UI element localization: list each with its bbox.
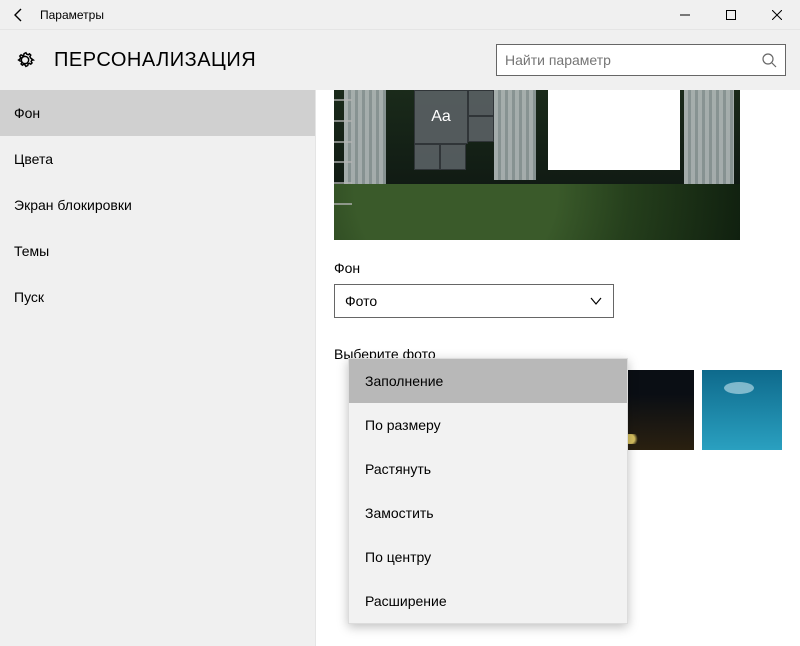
gear-icon — [14, 49, 36, 71]
chevron-down-icon — [589, 294, 603, 308]
fit-option-stretch[interactable]: Растянуть — [349, 447, 627, 491]
preview-sample-text: Aa — [414, 90, 468, 144]
sidebar-item-background[interactable]: Фон — [0, 90, 315, 136]
preview-waterfall — [494, 90, 536, 180]
close-icon — [772, 10, 782, 20]
preview-desktop: Aa — [334, 90, 740, 240]
background-label: Фон — [334, 260, 782, 276]
search-box[interactable] — [496, 44, 786, 76]
back-arrow-icon — [11, 7, 27, 23]
preview-foreground — [334, 184, 740, 240]
photo-thumb[interactable] — [702, 370, 782, 450]
fit-option-fill[interactable]: Заполнение — [349, 359, 627, 403]
background-dropdown-value: Фото — [345, 293, 377, 309]
preview-start-tiles: Aa — [414, 90, 496, 214]
window-title: Параметры — [40, 8, 104, 22]
minimize-icon — [680, 10, 690, 20]
background-dropdown[interactable]: Фото — [334, 284, 614, 318]
search-input[interactable] — [505, 52, 761, 68]
sidebar-item-colors[interactable]: Цвета — [0, 136, 315, 182]
sidebar-item-lockscreen[interactable]: Экран блокировки — [0, 182, 315, 228]
preview-window — [548, 90, 680, 170]
fit-mode-popup: Заполнение По размеру Растянуть Замостит… — [348, 358, 628, 624]
close-button[interactable] — [754, 0, 800, 30]
sidebar-item-themes[interactable]: Темы — [0, 228, 315, 274]
fit-option-fit[interactable]: По размеру — [349, 403, 627, 447]
sidebar: Фон Цвета Экран блокировки Темы Пуск — [0, 90, 316, 646]
fit-option-span[interactable]: Расширение — [349, 579, 627, 623]
window-controls — [662, 0, 800, 30]
maximize-button[interactable] — [708, 0, 754, 30]
fit-option-tile[interactable]: Замостить — [349, 491, 627, 535]
minimize-button[interactable] — [662, 0, 708, 30]
search-icon — [761, 52, 777, 68]
back-button[interactable] — [4, 0, 34, 30]
header: ПЕРСОНАЛИЗАЦИЯ — [0, 30, 800, 90]
page-title: ПЕРСОНАЛИЗАЦИЯ — [54, 49, 256, 72]
sidebar-item-start[interactable]: Пуск — [0, 274, 315, 320]
titlebar: Параметры — [0, 0, 800, 30]
fit-option-center[interactable]: По центру — [349, 535, 627, 579]
preview-taskbar-ticks — [334, 90, 354, 214]
maximize-icon — [726, 10, 736, 20]
